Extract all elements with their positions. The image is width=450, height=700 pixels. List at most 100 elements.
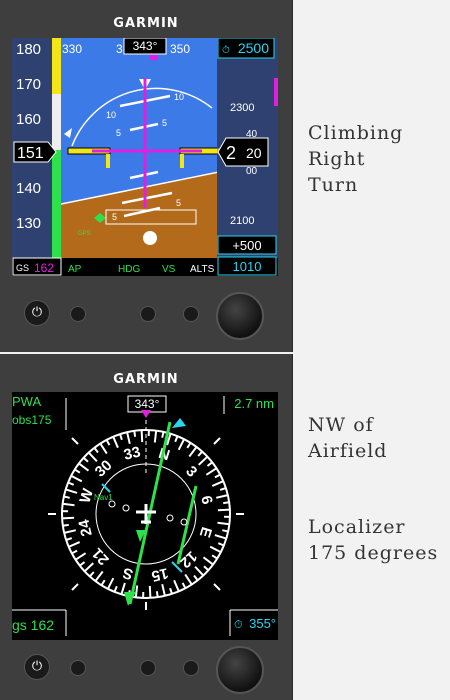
heading-bug-readout: 355° (249, 616, 276, 631)
pitch-label: 10 (174, 92, 184, 102)
hsi-button-1[interactable] (70, 660, 86, 676)
note-top: Climbing Right Turn (308, 120, 403, 198)
compass-tick (222, 529, 229, 533)
compass-tick (79, 561, 86, 567)
gs-value: 162 (34, 261, 54, 275)
compass-label: 6 (197, 494, 215, 506)
hsi-button-3[interactable] (183, 660, 199, 676)
compass-label: 24 (75, 517, 95, 538)
hsi-knob[interactable] (216, 646, 264, 694)
compass-tick (83, 562, 94, 573)
compass-tick (62, 523, 69, 527)
compass-tick (188, 446, 198, 458)
note-line: NW of (308, 414, 374, 436)
compass-tick (113, 585, 118, 593)
compass-tick (184, 573, 193, 585)
compass-tick (82, 457, 89, 463)
waypoint-label: PWA (12, 394, 41, 409)
compass-tick (78, 462, 90, 472)
hsi-unit: GARMIN PWA obs175 343° 2.7 nm 33 30 W 24 21 S… (0, 354, 293, 700)
hsi-controls: ⏻ (0, 636, 292, 696)
compass-tick (217, 542, 225, 547)
note-line: Localizer (308, 516, 406, 538)
speed-label: 160 (16, 111, 41, 128)
compass-tick (107, 577, 115, 590)
compass-tick (153, 430, 158, 443)
compass-tick (217, 521, 230, 526)
power-button[interactable]: ⏻ (24, 654, 50, 680)
compass-tick (169, 587, 173, 595)
compass-tick (71, 549, 78, 555)
aircraft-icon (136, 504, 156, 524)
compass-tick (203, 565, 210, 571)
compass-tick (89, 571, 95, 578)
compass-tick (215, 494, 229, 499)
vs-annunciator: VS (162, 264, 176, 275)
obs-label: obs175 (12, 413, 52, 427)
speed-yellow-arc (52, 38, 61, 94)
pfd-unit: GARMIN 10 10 5 5 5 5 330 3 350 343° 180 … (0, 0, 293, 352)
hsi-button-2[interactable] (140, 660, 156, 676)
compass-tick (63, 529, 77, 534)
pitch-label: 10 (106, 110, 116, 120)
heading-bug (150, 55, 158, 60)
note-line: Turn (308, 174, 359, 196)
altitude-readout: 2 (226, 143, 236, 163)
compass-tick (161, 583, 166, 597)
hsi-brand-logo: GARMIN (113, 372, 179, 387)
compass-tick (211, 554, 218, 560)
compass-tick (209, 545, 222, 553)
compass-tick (214, 473, 221, 479)
airspeed-readout: 151 (17, 145, 44, 162)
compass-tick (65, 488, 78, 494)
compass-tick (62, 502, 75, 507)
compass-tick (93, 447, 99, 454)
hsi-gs-readout: gs 162 (12, 617, 54, 633)
compass-tick (126, 431, 131, 445)
note-line: 175 degrees (308, 542, 439, 564)
note-line: Airfield (308, 440, 388, 462)
pfd-button-1[interactable] (70, 306, 86, 322)
heading-readout: 343° (133, 39, 158, 53)
compass-tick (217, 508, 230, 512)
compass-tick (219, 487, 227, 491)
heading-tape-label: 350 (170, 42, 190, 56)
nav-label: Nav1 (94, 493, 113, 502)
baro-readout: 1010 (233, 259, 262, 274)
altitude-label: 2300 (230, 102, 254, 114)
compass-tick (155, 591, 159, 598)
pfd-button-3[interactable] (183, 306, 199, 322)
compass-tick (119, 433, 123, 441)
pitch-label: 5 (112, 212, 117, 222)
compass-tick (134, 585, 139, 598)
compass-tick (148, 585, 152, 598)
hsi-screen: PWA obs175 343° 2.7 nm 33 30 W 24 21 S 15 12 E 6 3… (12, 392, 278, 640)
compass-tick (140, 430, 144, 443)
heading-tape-label: 330 (62, 42, 82, 56)
compass-tick (173, 579, 180, 592)
compass-label: E (196, 525, 215, 540)
alts-annunciator: ALTS (190, 264, 215, 275)
pfd-controls: ⏻ (0, 282, 292, 342)
compass-label: S (121, 564, 136, 583)
compass-tick (161, 431, 165, 438)
altitude-roll-digit: 00 (246, 166, 258, 177)
power-button[interactable]: ⏻ (24, 300, 50, 326)
compass-tick (214, 534, 227, 540)
compass-tick (74, 468, 81, 474)
heading-bug-icon (172, 418, 186, 428)
compass-tick (94, 570, 104, 582)
vsi-bug (274, 78, 278, 106)
speed-green-arc (52, 150, 61, 260)
pfd-knob[interactable] (216, 292, 264, 340)
compass-tick (206, 461, 213, 467)
nav-source-label: GPS (78, 231, 91, 237)
heading-bug-small-icon: ⏱ (234, 619, 243, 631)
pfd-brand-logo: GARMIN (113, 16, 179, 31)
speed-label: 180 (16, 41, 41, 58)
compass-tick (211, 480, 224, 487)
gs-label: GS (16, 263, 29, 273)
compass-tick (223, 501, 230, 505)
pfd-button-2[interactable] (140, 306, 156, 322)
ball-indicator (143, 231, 157, 245)
